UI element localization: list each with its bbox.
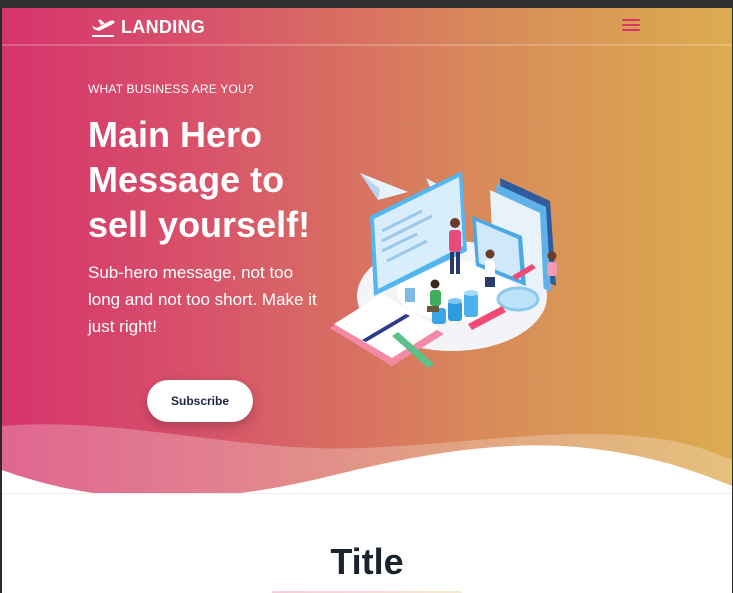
isometric-workspace-illustration [322,156,582,376]
hero-eyebrow: WHAT BUSINESS ARE YOU? [88,82,254,96]
landing-page: LANDING WHAT BUSINESS ARE YOU? Main Hero… [2,8,732,593]
subscribe-button[interactable]: Subscribe [147,380,253,422]
plane-takeoff-icon [92,19,115,37]
section-divider [2,493,732,494]
section-title: Title [330,541,404,582]
browser-top-bar [0,0,733,8]
brand-logo[interactable]: LANDING [90,15,205,39]
hero-headline: Main Hero Message to sell yourself! [88,114,311,245]
brand-label: LANDING [121,16,206,37]
hamburger-menu-icon[interactable] [622,19,640,33]
hero-subtext: Sub-hero message, not too long and not t… [88,263,317,336]
hero-bottom-wave [2,424,732,498]
top-navigation: LANDING [2,8,732,46]
hero-section: LANDING WHAT BUSINESS ARE YOU? Main Hero… [2,8,732,498]
